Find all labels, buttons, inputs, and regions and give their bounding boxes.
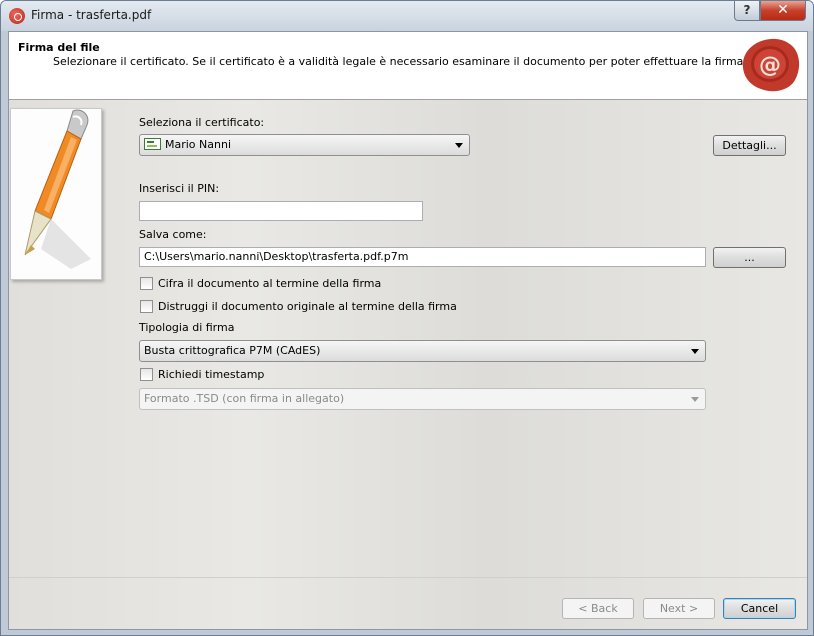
side-image-panel	[10, 108, 102, 280]
page-title: Firma del file	[18, 41, 100, 54]
next-button[interactable]: Next >	[643, 598, 715, 619]
timestamp-checkbox[interactable]	[140, 368, 153, 381]
signature-type-label: Tipologia di firma	[139, 321, 235, 334]
destroy-original-checkbox[interactable]	[140, 300, 153, 313]
page-subtitle: Selezionare il certificato. Se il certif…	[53, 55, 744, 68]
back-button[interactable]: < Back	[562, 598, 634, 619]
pin-input[interactable]	[139, 201, 423, 221]
timestamp-label[interactable]: Richiedi timestamp	[158, 368, 264, 381]
footer-divider	[9, 577, 807, 578]
save-as-label: Salva come:	[139, 228, 207, 241]
help-button[interactable]: ?	[734, 1, 760, 21]
app-seal-icon	[9, 8, 25, 24]
encrypt-checkbox[interactable]	[140, 277, 153, 290]
browse-button[interactable]: ...	[713, 247, 786, 268]
certificate-select[interactable]: Mario Nanni	[139, 134, 470, 156]
certificate-label: Seleziona il certificato:	[139, 116, 265, 129]
signature-type-select[interactable]: Busta crittografica P7M (CAdES)	[139, 340, 706, 362]
dialog-window: Firma - trasferta.pdf ? ✕ Firma del file…	[0, 0, 814, 636]
details-button[interactable]: Dettagli...	[713, 135, 786, 156]
chevron-down-icon	[691, 397, 699, 402]
title-bar[interactable]: Firma - trasferta.pdf ? ✕	[1, 1, 813, 31]
pin-label: Inserisci il PIN:	[139, 182, 220, 195]
certificate-value: Mario Nanni	[165, 138, 232, 151]
wizard-header: Firma del file Selezionare il certificat…	[9, 32, 807, 100]
wax-seal-icon: @	[742, 38, 800, 92]
certificate-icon	[144, 138, 161, 150]
timestamp-format-select: Formato .TSD (con firma in allegato)	[139, 388, 706, 410]
window-title: Firma - trasferta.pdf	[31, 8, 152, 22]
save-as-path-input[interactable]: C:\Users\mario.nanni\Desktop\trasferta.p…	[139, 247, 706, 267]
signature-type-value: Busta crittografica P7M (CAdES)	[144, 344, 321, 357]
destroy-original-label[interactable]: Distruggi il documento originale al term…	[158, 300, 457, 313]
cancel-button[interactable]: Cancel	[723, 598, 796, 619]
chevron-down-icon	[691, 349, 699, 354]
pen-icon	[24, 109, 91, 269]
timestamp-format-value: Formato .TSD (con firma in allegato)	[144, 392, 345, 405]
dialog-body: Firma del file Selezionare il certificat…	[8, 31, 808, 630]
seal-symbol: @	[759, 53, 781, 78]
close-button[interactable]: ✕	[760, 1, 806, 21]
encrypt-label[interactable]: Cifra il documento al termine della firm…	[158, 277, 381, 290]
chevron-down-icon	[455, 143, 463, 148]
